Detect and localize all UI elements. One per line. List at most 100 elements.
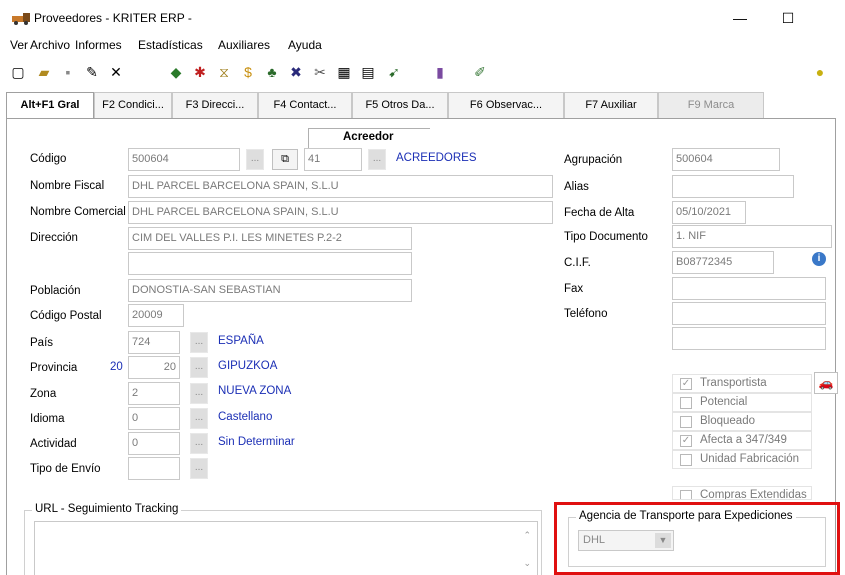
tab-general[interactable]: Alt+F1 Gral	[6, 92, 94, 119]
tool-1-icon[interactable]: ◆	[166, 62, 186, 82]
lightbulb-icon[interactable]: ●	[810, 62, 830, 82]
checkbox[interactable]	[680, 490, 692, 499]
tipo-envio-input[interactable]	[128, 457, 180, 480]
direccion-input[interactable]: CIM DEL VALLES P.I. LES MINETES P.2-2	[128, 227, 412, 250]
grid-icon[interactable]: ▦	[334, 62, 354, 82]
check-bloqueado[interactable]: Bloqueado	[672, 412, 812, 431]
nombre-comercial-label: Nombre Comercial	[30, 206, 126, 218]
nombre-fiscal-input[interactable]: DHL PARCEL BARCELONA SPAIN, S.L.U	[128, 175, 553, 198]
cif-input[interactable]: B08772345	[672, 251, 774, 274]
actividad-input[interactable]: 0	[128, 432, 180, 455]
currency-icon[interactable]: $	[238, 62, 258, 82]
tool-3-icon[interactable]: ⧖	[214, 62, 234, 82]
poblacion-label: Población	[30, 285, 81, 297]
check-compras-extendidas[interactable]: Compras Extendidas	[672, 486, 812, 500]
checkbox[interactable]	[680, 416, 692, 428]
tipo-envio-lookup-button[interactable]: ...	[190, 458, 208, 479]
save-icon[interactable]: ▪	[58, 62, 78, 82]
maximize-button[interactable]: ☐	[773, 6, 803, 30]
actividad-lookup-button[interactable]: ...	[190, 433, 208, 454]
fax-input[interactable]	[672, 277, 826, 300]
tab-direcciones[interactable]: F3 Direcci...	[172, 92, 258, 118]
codigo-lookup-button[interactable]: ...	[246, 149, 264, 170]
new-document-icon[interactable]: ▢	[8, 62, 28, 82]
nombre-comercial-input[interactable]: DHL PARCEL BARCELONA SPAIN, S.L.U	[128, 201, 553, 224]
provincia-name: GIPUZKOA	[218, 360, 278, 372]
car-icon[interactable]: 🚗	[814, 372, 838, 394]
delete-icon[interactable]: ✕	[106, 62, 126, 82]
document-icon[interactable]: ▤	[358, 62, 378, 82]
menu-archivo[interactable]: Archivo	[30, 38, 70, 52]
tab-otros-datos[interactable]: F5 Otros Da...	[352, 92, 448, 118]
tab-contactos[interactable]: F4 Contact...	[258, 92, 352, 118]
minimize-button[interactable]: —	[725, 6, 755, 30]
check-afecta-347[interactable]: ✓ Afecta a 347/349	[672, 431, 812, 450]
telefono-input[interactable]	[672, 302, 826, 325]
menu-estadisticas[interactable]: Estadísticas	[138, 38, 203, 52]
fecha-alta-label: Fecha de Alta	[564, 207, 635, 219]
tab-condiciones[interactable]: F2 Condici...	[94, 92, 172, 118]
tab-auxiliar[interactable]: F7 Auxiliar	[564, 92, 658, 118]
tracking-textarea[interactable]: ⌃ ⌄	[34, 521, 538, 575]
tipo-documento-input[interactable]: 1. NIF	[672, 225, 832, 248]
tool-7-icon[interactable]: ➹	[384, 62, 404, 82]
fax-label: Fax	[564, 283, 584, 295]
check-label: Transportista	[700, 377, 767, 389]
menu-ver[interactable]: Ver	[10, 38, 28, 52]
tracking-title: URL - Seguimiento Tracking	[32, 503, 182, 515]
acreedor-lookup-button[interactable]: ...	[368, 149, 386, 170]
clip-icon[interactable]: ✐	[470, 62, 490, 82]
provincia-input[interactable]: 20	[128, 356, 180, 379]
pais-lookup-button[interactable]: ...	[190, 332, 208, 353]
provincia-label: Provincia	[30, 362, 78, 374]
tool-6-icon[interactable]: ✂	[310, 62, 330, 82]
tab-marca[interactable]: F9 Marca	[658, 92, 764, 118]
attachment-icon[interactable]: ▮	[430, 62, 450, 82]
alias-label: Alias	[564, 181, 589, 193]
checkbox[interactable]	[680, 397, 692, 409]
checkbox[interactable]	[680, 454, 692, 466]
tool-2-icon[interactable]: ✱	[190, 62, 210, 82]
edit-icon[interactable]: ✎	[82, 62, 102, 82]
telefono-input-2[interactable]	[672, 327, 826, 350]
zona-input[interactable]: 2	[128, 382, 180, 405]
pais-input[interactable]: 724	[128, 331, 180, 354]
agrupacion-input[interactable]: 500604	[672, 148, 780, 171]
provincia-lookup-button[interactable]: ...	[190, 357, 208, 378]
check-label: Bloqueado	[700, 415, 755, 427]
agrupacion-label: Agrupación	[564, 154, 623, 166]
scroll-down-icon[interactable]: ⌄	[523, 558, 531, 569]
zona-lookup-button[interactable]: ...	[190, 383, 208, 404]
check-potencial[interactable]: Potencial	[672, 393, 812, 412]
idioma-lookup-button[interactable]: ...	[190, 408, 208, 429]
acreedor-code-input[interactable]: 41	[304, 148, 362, 171]
alias-input[interactable]	[672, 175, 794, 198]
nombre-fiscal-label: Nombre Fiscal	[30, 180, 105, 192]
open-folder-icon[interactable]: ▰	[34, 62, 54, 82]
tab-observaciones[interactable]: F6 Observac...	[448, 92, 564, 118]
fecha-alta-input[interactable]: 05/10/2021	[672, 201, 746, 224]
menu-auxiliares[interactable]: Auxiliares	[218, 38, 270, 52]
idioma-input[interactable]: 0	[128, 407, 180, 430]
check-label: Afecta a 347/349	[700, 434, 787, 446]
copy-icon[interactable]: ⧉	[272, 149, 298, 170]
checkbox[interactable]: ✓	[680, 435, 692, 447]
tool-5-icon[interactable]: ✖	[286, 62, 306, 82]
codigo-input[interactable]: 500604	[128, 148, 240, 171]
check-unidad-fabricacion[interactable]: Unidad Fabricación	[672, 450, 812, 469]
poblacion-input[interactable]: DONOSTIA-SAN SEBASTIAN	[128, 279, 412, 302]
menu-ayuda[interactable]: Ayuda	[288, 38, 322, 52]
acreedor-title: Acreedor	[343, 131, 394, 143]
codigo-postal-input[interactable]: 20009	[128, 304, 184, 327]
checkbox[interactable]: ✓	[680, 378, 692, 390]
scroll-up-icon[interactable]: ⌃	[523, 530, 531, 541]
check-transportista[interactable]: ✓ Transportista	[672, 374, 812, 393]
app-truck-icon	[12, 13, 30, 25]
tipo-envio-label: Tipo de Envío	[30, 463, 101, 475]
menu-informes[interactable]: Informes	[75, 38, 122, 52]
direccion-input-2[interactable]	[128, 252, 412, 275]
telefono-label: Teléfono	[564, 308, 608, 320]
tool-4-icon[interactable]: ♣	[262, 62, 282, 82]
codigo-postal-label: Código Postal	[30, 310, 102, 322]
info-icon[interactable]: i	[812, 252, 826, 266]
